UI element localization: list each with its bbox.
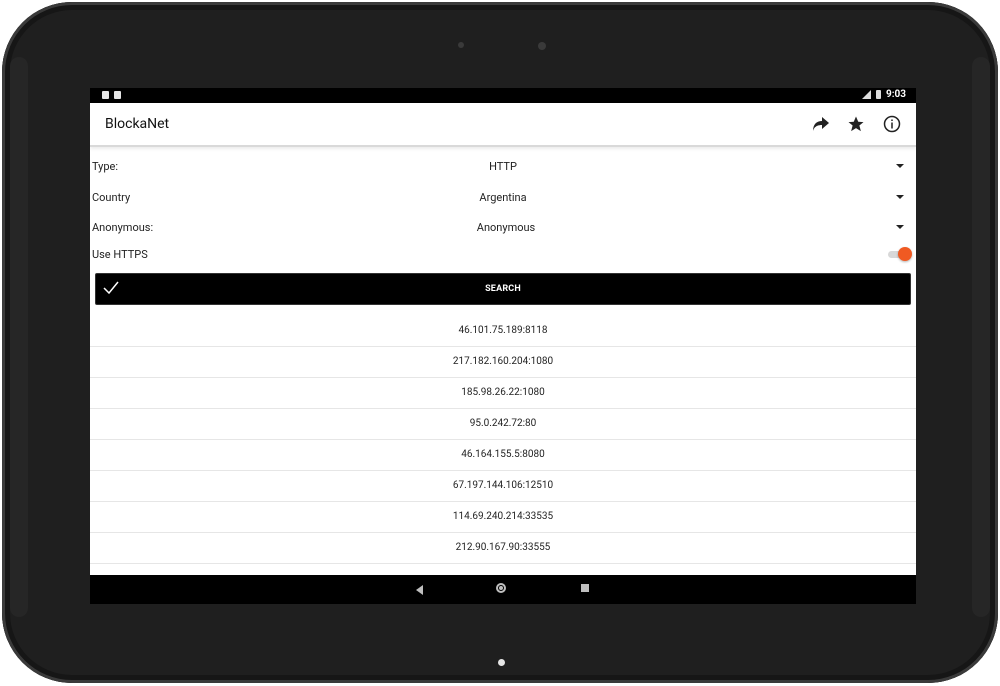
battery-icon [875,90,881,99]
status-bar: 9:03 [90,88,916,103]
navigation-bar [90,575,916,604]
use-https-switch[interactable] [888,247,912,261]
info-icon[interactable] [881,113,903,135]
notification-led [498,659,505,666]
dropdown-arrow-icon [896,164,904,168]
star-icon[interactable] [845,113,867,135]
recent-apps-icon[interactable] [581,584,589,592]
back-icon[interactable] [416,585,423,595]
use-https-row: Use HTTPS [90,240,916,268]
share-icon[interactable] [810,113,832,135]
sensor [458,42,464,48]
right-speaker-grille [972,57,990,617]
proxy-list-item[interactable]: 114.69.240.214:33535 [90,502,916,533]
home-icon[interactable] [496,583,506,593]
proxy-list-item[interactable]: 46.101.75.189:8118 [90,316,916,347]
dropdown-arrow-icon [896,225,904,229]
use-https-label: Use HTTPS [92,248,148,261]
app-title: BlockaNet [105,116,170,132]
status-time: 9:03 [885,89,906,100]
country-spinner[interactable]: Country Argentina [90,183,916,211]
proxy-list: 46.101.75.189:8118 217.182.160.204:1080 18… [90,316,916,564]
left-speaker-grille [10,57,28,617]
proxy-list-item[interactable]: 95.0.242.72:80 [90,409,916,440]
anonymous-spinner[interactable]: Anonymous: Anonymous [90,213,916,241]
search-button-label: SEARCH [485,284,521,294]
tablet-frame: 9:03 BlockaNet Type: HTTP Country Argent… [2,2,998,683]
proxy-list-item[interactable]: 217.182.160.204:1080 [90,347,916,378]
front-camera [538,42,546,50]
app-bar: BlockaNet [90,103,916,147]
type-spinner[interactable]: Type: HTTP [90,152,916,180]
proxy-list-item[interactable]: 46.164.155.5:8080 [90,440,916,471]
switch-thumb [898,247,912,261]
search-button[interactable]: SEARCH [95,273,911,305]
country-value: Argentina [479,191,527,204]
type-value: HTTP [489,160,517,173]
proxy-list-item[interactable]: 67.197.144.106:12510 [90,471,916,502]
proxy-list-item[interactable]: 185.98.26.22:1080 [90,378,916,409]
signal-icon [861,90,871,99]
app-notification-icon [102,91,109,99]
anonymous-value: Anonymous [476,221,536,234]
sd-card-icon [114,91,121,99]
dropdown-arrow-icon [896,195,904,199]
proxy-list-item[interactable]: 212.90.167.90:33555 [90,533,916,564]
screen: 9:03 BlockaNet Type: HTTP Country Argent… [90,88,916,604]
